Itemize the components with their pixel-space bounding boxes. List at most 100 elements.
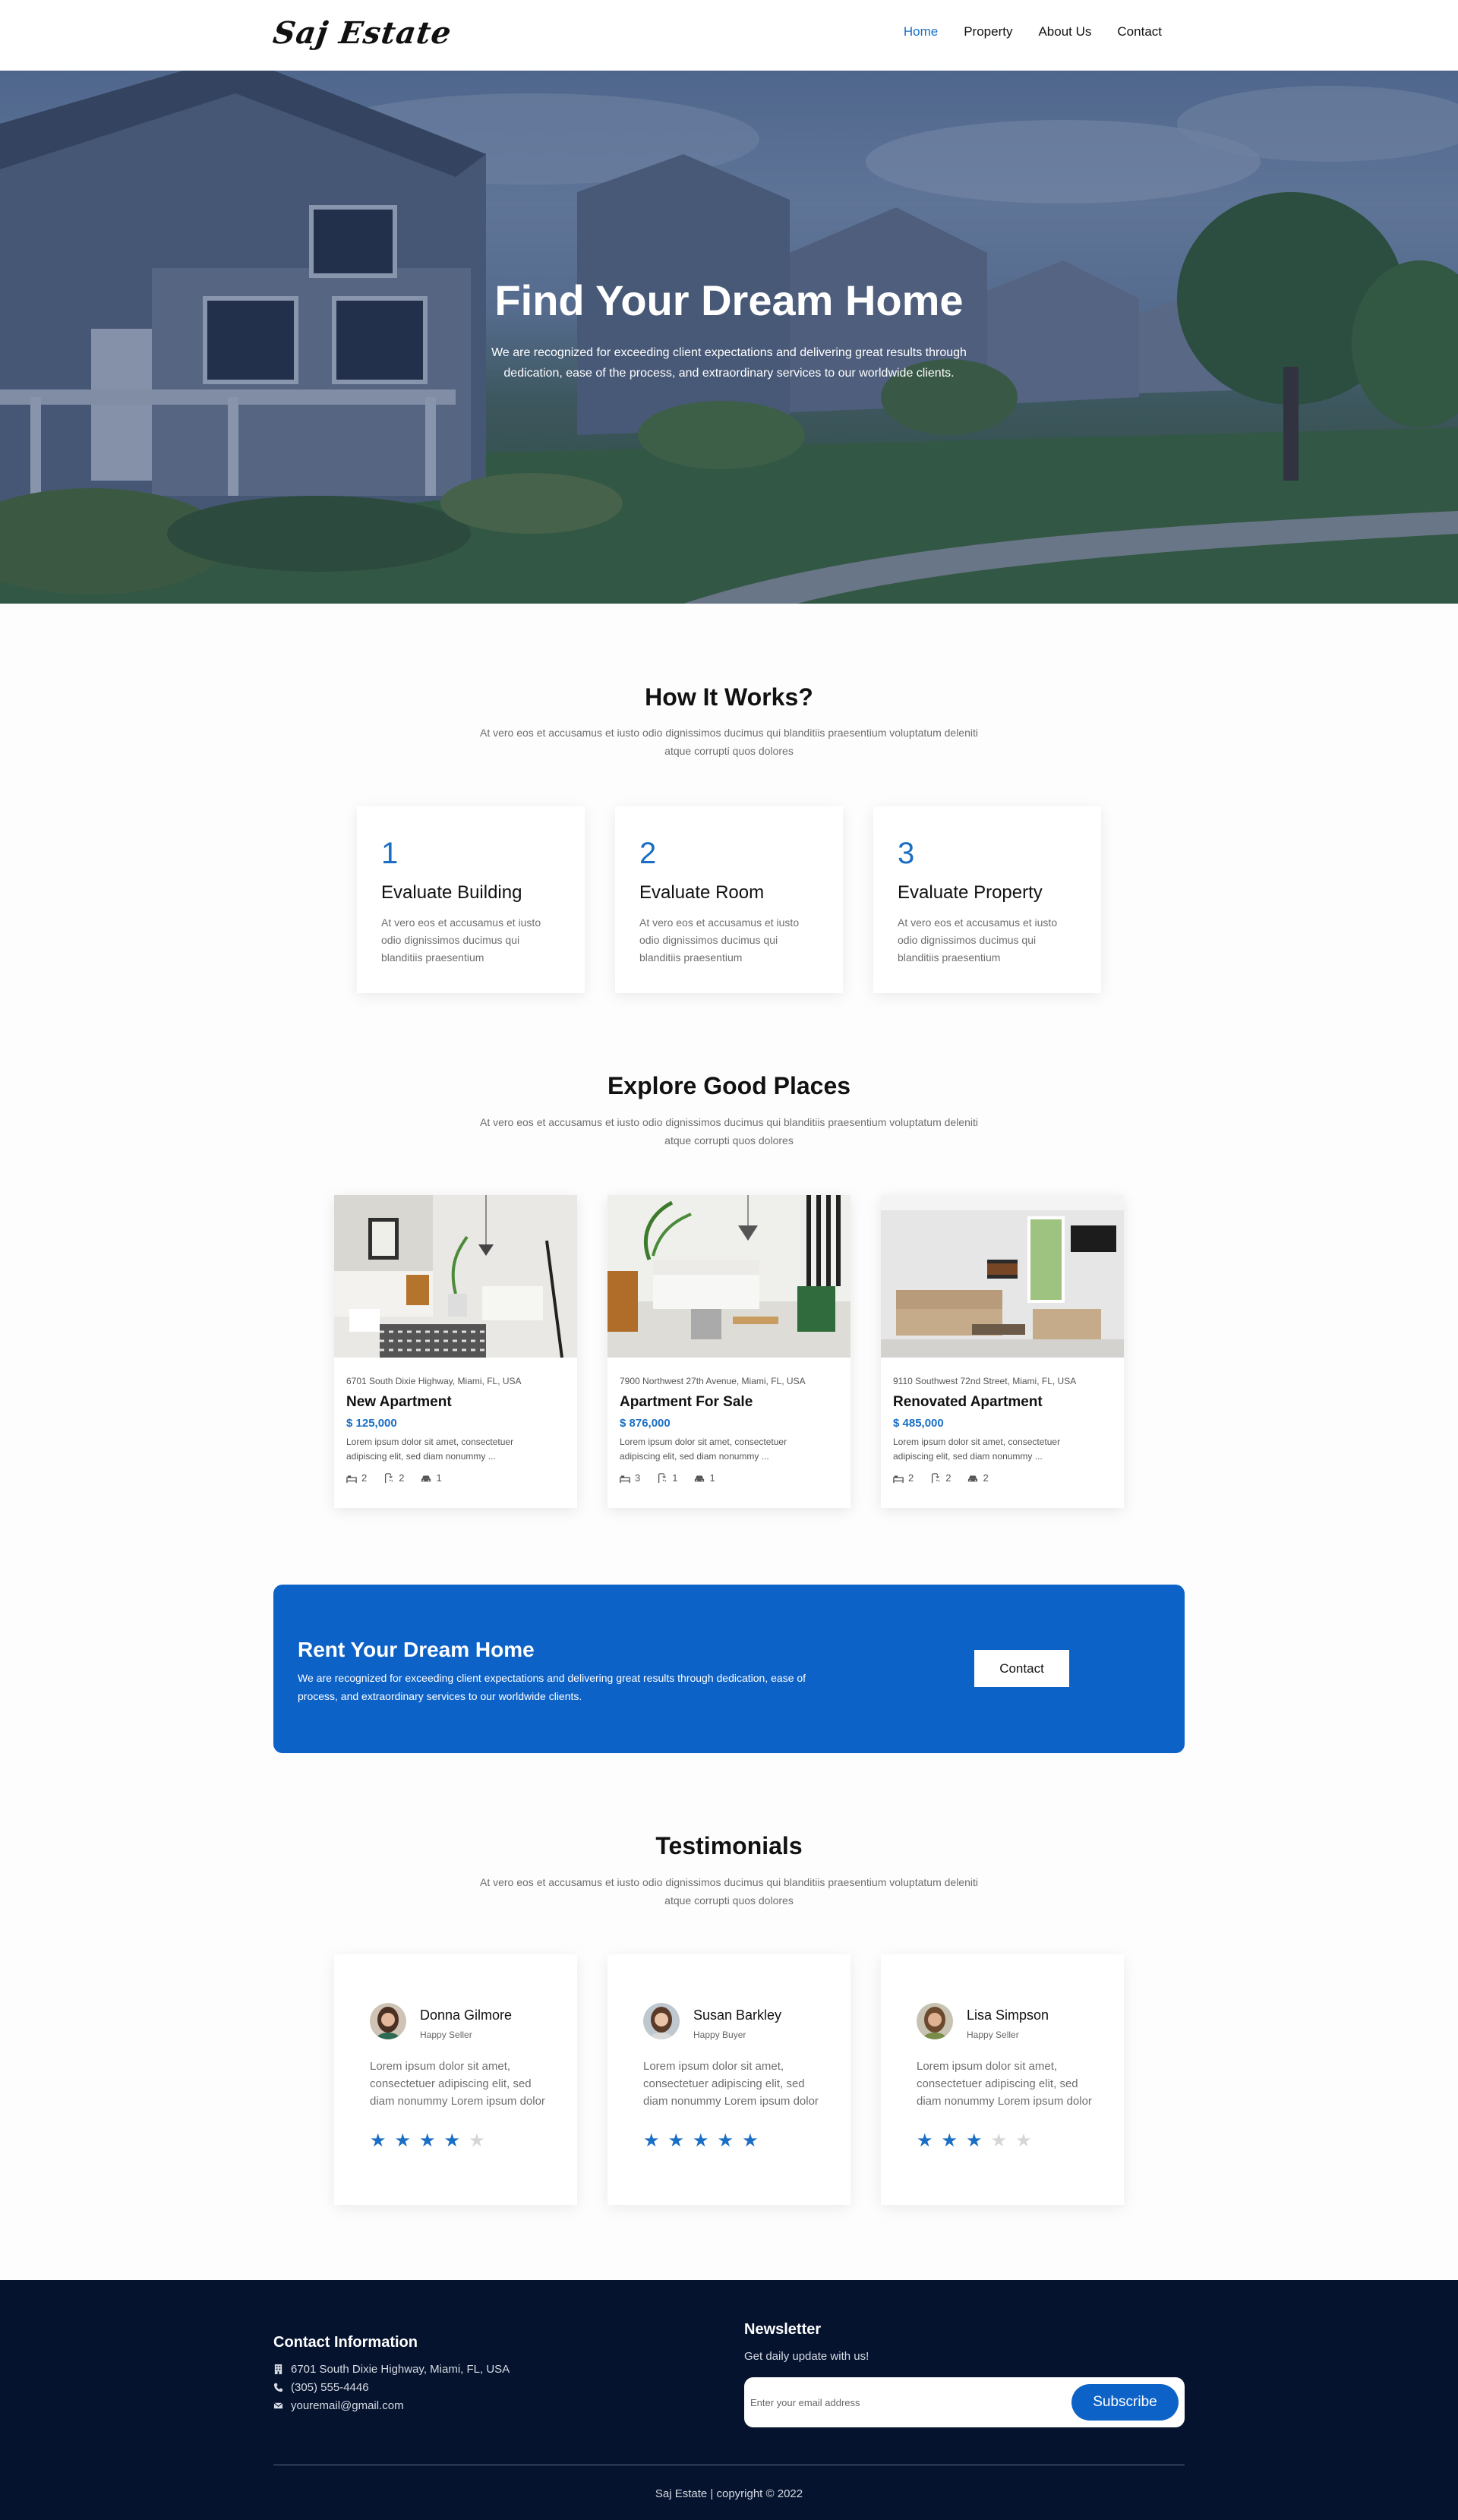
mail-icon — [273, 2402, 283, 2409]
property-address: 6701 South Dixie Highway, Miami, FL, USA — [346, 1376, 522, 1386]
property-description: Lorem ipsum dolor sit amet, consectetuer… — [893, 1437, 1061, 1462]
garage-feature: 1 — [694, 1472, 715, 1484]
testimonial-text: Lorem ipsum dolor sit amet, consectetuer… — [917, 2060, 1092, 2108]
hero-title: Find Your Dream Home — [494, 276, 964, 324]
testimonial-text: Lorem ipsum dolor sit amet, consectetuer… — [370, 2060, 545, 2108]
newsletter-title: Newsletter — [744, 2321, 822, 2338]
step-title: Evaluate Room — [639, 882, 765, 903]
property-address: 9110 Southwest 72nd Street, Miami, FL, U… — [893, 1376, 1077, 1386]
top-navbar: Saj Estate Home Property About Us Contac… — [0, 0, 1458, 71]
garage-feature: 2 — [967, 1472, 989, 1484]
property-card[interactable]: 6701 South Dixie Highway, Miami, FL, USA… — [334, 1195, 577, 1508]
property-description: Lorem ipsum dolor sit amet, consectetuer… — [346, 1437, 514, 1462]
testimonial-card: Susan Barkley Happy Buyer Lorem ipsum do… — [608, 1954, 850, 2205]
star-icon: ★ — [717, 2130, 734, 2151]
nav-home[interactable]: Home — [904, 24, 938, 39]
footer: Contact Information 6701 South Dixie Hig… — [0, 2280, 1458, 2520]
hero-overlay — [0, 71, 1458, 604]
footer-address: 6701 South Dixie Highway, Miami, FL, USA — [273, 2363, 510, 2376]
star-icon: ★ — [1015, 2130, 1032, 2151]
testimonial-role: Happy Buyer — [693, 2030, 746, 2040]
garage-count: 2 — [983, 1472, 989, 1484]
step-title: Evaluate Property — [898, 882, 1043, 903]
star-icon: ★ — [693, 2130, 709, 2151]
testimonial-role: Happy Seller — [420, 2030, 472, 2040]
star-icon: ★ — [941, 2130, 958, 2151]
email-text[interactable]: youremail@gmail.com — [291, 2399, 404, 2412]
property-price: $ 876,000 — [620, 1417, 671, 1430]
property-image[interactable] — [334, 1195, 577, 1358]
bed-feature: 3 — [620, 1472, 640, 1484]
star-icon: ★ — [469, 2130, 485, 2151]
rating-stars: ★ ★ ★ ★ ★ — [643, 2132, 759, 2150]
car-icon — [968, 1475, 978, 1481]
shower-icon — [385, 1472, 393, 1483]
property-name[interactable]: Apartment For Sale — [620, 1394, 753, 1411]
property-price: $ 125,000 — [346, 1417, 397, 1430]
testimonial-card: Donna Gilmore Happy Seller Lorem ipsum d… — [334, 1954, 577, 2205]
bath-count: 1 — [672, 1472, 678, 1484]
testimonial-card: Lisa Simpson Happy Seller Lorem ipsum do… — [881, 1954, 1124, 2205]
star-icon: ★ — [742, 2130, 759, 2151]
bath-feature: 2 — [383, 1472, 404, 1484]
logo[interactable]: Saj Estate — [271, 15, 454, 51]
step-title: Evaluate Building — [381, 882, 522, 903]
nav-property[interactable]: Property — [964, 24, 1012, 39]
contact-button[interactable]: Contact — [974, 1650, 1069, 1687]
star-icon: ★ — [667, 2130, 685, 2151]
main-menu: Home Property About Us Contact — [904, 24, 1162, 39]
property-name[interactable]: New Apartment — [346, 1394, 452, 1411]
shower-icon — [932, 1472, 940, 1483]
explore-subtitle: At vero eos et accusamus et iusto odio d… — [479, 1116, 978, 1146]
footer-email: youremail@gmail.com — [273, 2399, 404, 2412]
rent-text: We are recognized for exceeding client e… — [298, 1672, 806, 1702]
avatar — [917, 2003, 953, 2039]
property-address: 7900 Northwest 27th Avenue, Miami, FL, U… — [620, 1376, 806, 1386]
rating-stars: ★ ★ ★ ★ ★ — [370, 2132, 485, 2150]
testimonial-name: Susan Barkley — [693, 2007, 782, 2023]
testimonial-text: Lorem ipsum dolor sit amet, consectetuer… — [643, 2060, 819, 2108]
property-image[interactable] — [881, 1195, 1124, 1358]
garage-feature: 1 — [421, 1472, 442, 1484]
star-icon: ★ — [966, 2130, 983, 2151]
how-it-works-subtitle: At vero eos et accusamus et iusto odio d… — [479, 727, 978, 757]
bath-feature: 2 — [930, 1472, 951, 1484]
nav-about-us[interactable]: About Us — [1038, 24, 1091, 39]
car-icon — [421, 1475, 431, 1481]
contact-info-title: Contact Information — [273, 2334, 418, 2351]
property-name[interactable]: Renovated Apartment — [893, 1394, 1043, 1411]
garage-count: 1 — [709, 1472, 715, 1484]
property-card[interactable]: 9110 Southwest 72nd Street, Miami, FL, U… — [881, 1195, 1124, 1508]
newsletter-subtitle: Get daily update with us! — [744, 2350, 869, 2363]
star-icon: ★ — [419, 2130, 436, 2151]
step-text: At vero eos et accusamus et iusto odio d… — [639, 916, 800, 964]
property-image[interactable] — [608, 1195, 850, 1358]
rent-banner: Rent Your Dream Home We are recognized f… — [273, 1585, 1185, 1753]
step-card: 2 Evaluate Room At vero eos et accusamus… — [615, 806, 843, 993]
explore-title: Explore Good Places — [607, 1072, 851, 1099]
hero-subtitle: We are recognized for exceeding client e… — [491, 346, 967, 380]
newsletter-email-input[interactable] — [750, 2388, 1054, 2417]
rent-title: Rent Your Dream Home — [298, 1638, 535, 1661]
testimonial-name: Donna Gilmore — [420, 2007, 513, 2023]
subscribe-button[interactable]: Subscribe — [1071, 2384, 1179, 2421]
testimonials-title: Testimonials — [655, 1832, 803, 1859]
nav-contact[interactable]: Contact — [1117, 24, 1162, 39]
rating-stars: ★ ★ ★ ★ ★ — [917, 2132, 1032, 2150]
building-icon — [274, 2364, 282, 2374]
testimonials-subtitle: At vero eos et accusamus et iusto odio d… — [479, 1876, 978, 1907]
property-description: Lorem ipsum dolor sit amet, consectetuer… — [620, 1437, 787, 1462]
star-icon: ★ — [917, 2130, 933, 2151]
copyright: Saj Estate | copyright © 2022 — [655, 2487, 803, 2500]
bath-count: 2 — [399, 1472, 405, 1484]
car-icon — [695, 1475, 705, 1481]
star-icon: ★ — [990, 2130, 1008, 2151]
testimonial-name: Lisa Simpson — [967, 2007, 1049, 2023]
avatar — [643, 2003, 680, 2039]
step-number: 2 — [639, 837, 657, 870]
address-text: 6701 South Dixie Highway, Miami, FL, USA — [291, 2363, 510, 2376]
star-icon: ★ — [394, 2130, 412, 2151]
property-card[interactable]: 7900 Northwest 27th Avenue, Miami, FL, U… — [608, 1195, 850, 1508]
phone-text[interactable]: (305) 555-4446 — [291, 2381, 369, 2394]
bed-count: 2 — [908, 1472, 914, 1484]
